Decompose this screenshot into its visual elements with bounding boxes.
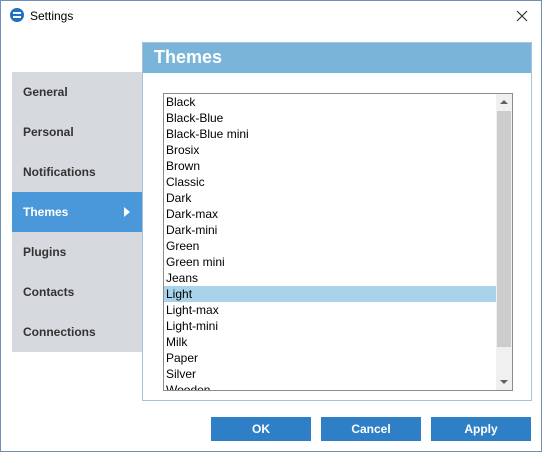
sidebar-item-themes[interactable]: Themes [12,192,142,232]
sidebar-item-label: Themes [23,205,69,219]
list-item[interactable]: Jeans [164,270,496,286]
list-item[interactable]: Dark-mini [164,222,496,238]
list-scrollbar[interactable] [496,94,512,390]
sidebar-item-label: Connections [23,325,96,339]
list-item[interactable]: Green mini [164,254,496,270]
scroll-thumb[interactable] [497,111,511,347]
sidebar-item-general[interactable]: General [12,72,142,112]
scroll-up-arrow-icon[interactable] [496,94,512,110]
list-item[interactable]: Brown [164,158,496,174]
list-item[interactable]: Dark-max [164,206,496,222]
list-item[interactable]: Silver [164,366,496,382]
chevron-right-icon [124,207,130,217]
sidebar-item-label: Notifications [23,165,96,179]
sidebar-item-label: Contacts [23,285,75,299]
sidebar-item-label: General [23,85,68,99]
list-item[interactable]: Wooden [164,382,496,390]
close-icon [516,10,528,22]
apply-button[interactable]: Apply [431,417,531,441]
app-logo-icon [10,8,24,22]
list-item[interactable]: Black-Blue mini [164,126,496,142]
close-button[interactable] [511,5,533,27]
list-item-selected[interactable]: Light [164,286,496,302]
sidebar-item-personal[interactable]: Personal [12,112,142,152]
list-item[interactable]: Black [164,94,496,110]
sidebar-item-label: Plugins [23,245,67,259]
list-item[interactable]: Black-Blue [164,110,496,126]
sidebar-item-plugins[interactable]: Plugins [12,232,142,272]
list-item[interactable]: Classic [164,174,496,190]
scroll-down-arrow-icon[interactable] [496,374,512,390]
settings-sidebar: General Personal Notifications Themes Pl… [12,72,142,352]
themes-panel: Themes Black Black-Blue Black-Blue mini … [142,42,532,401]
panel-title: Themes [154,47,223,67]
cancel-button[interactable]: Cancel [321,417,421,441]
window-title: Settings [30,9,74,23]
list-item[interactable]: Milk [164,334,496,350]
sidebar-item-label: Personal [23,125,74,139]
list-item[interactable]: Dark [164,190,496,206]
panel-header: Themes [143,43,531,73]
ok-button[interactable]: OK [211,417,311,441]
list-item[interactable]: Light-max [164,302,496,318]
settings-window: Settings General Personal Notifications … [0,0,542,452]
title-bar: Settings [1,1,541,31]
list-item[interactable]: Paper [164,350,496,366]
themes-list: Black Black-Blue Black-Blue mini Brosix … [164,94,496,390]
themes-listbox[interactable]: Black Black-Blue Black-Blue mini Brosix … [163,93,513,391]
sidebar-item-connections[interactable]: Connections [12,312,142,352]
list-item[interactable]: Green [164,238,496,254]
sidebar-item-notifications[interactable]: Notifications [12,152,142,192]
list-item[interactable]: Light-mini [164,318,496,334]
list-item[interactable]: Brosix [164,142,496,158]
sidebar-item-contacts[interactable]: Contacts [12,272,142,312]
